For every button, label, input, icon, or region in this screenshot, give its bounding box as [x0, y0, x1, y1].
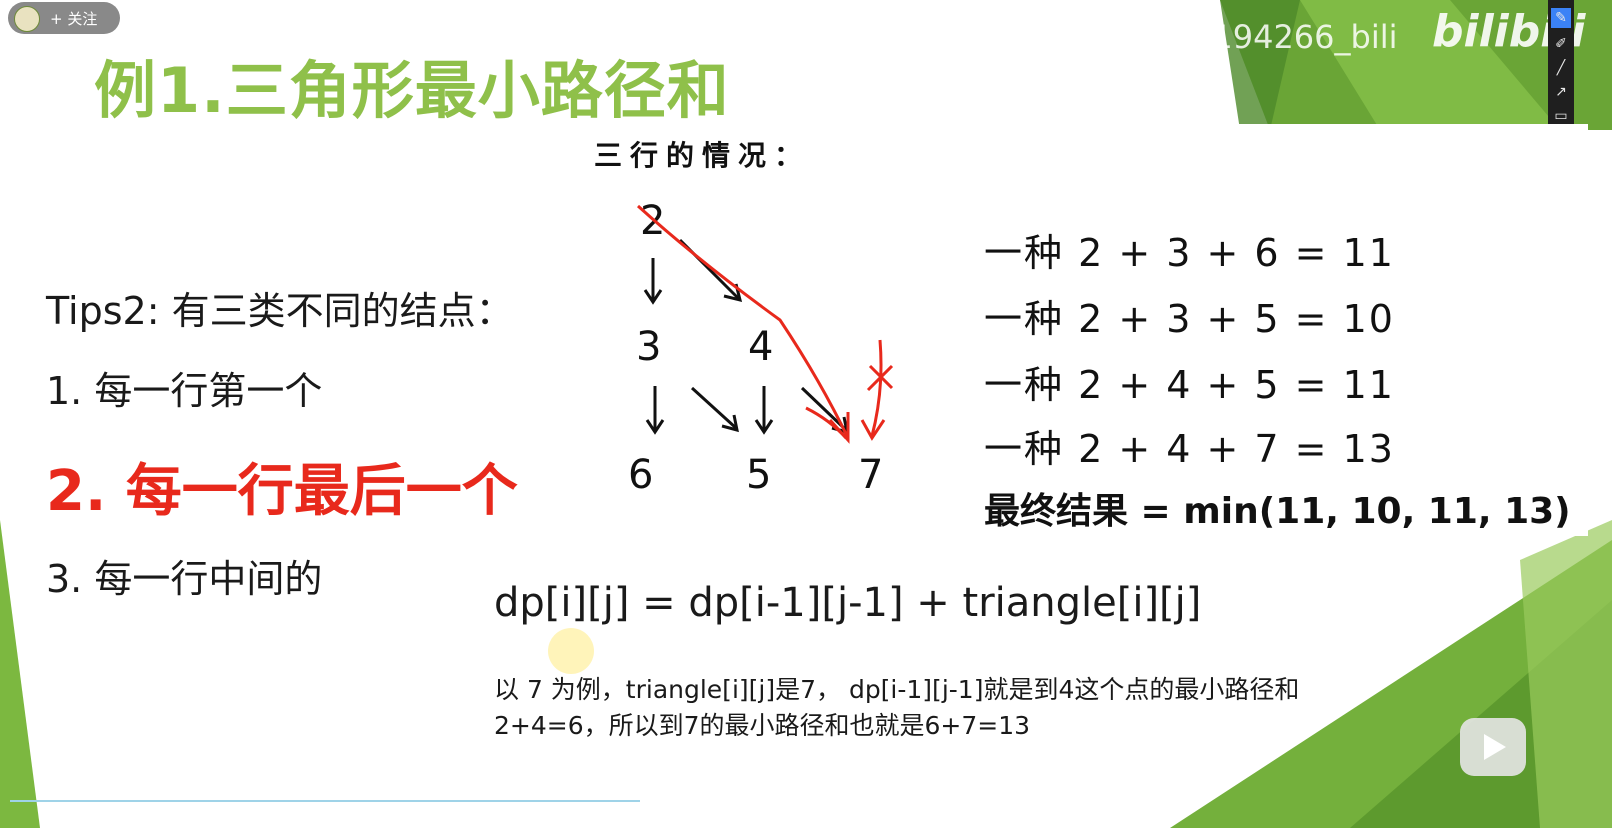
- case-line-3: 一种 2 + 4 + 5 = 11: [984, 363, 1395, 407]
- explanation-line-2: 2+4=6，所以到7的最小路径和也就是6+7=13: [494, 711, 1031, 740]
- case-line-4: 一种 2 + 4 + 7 = 13: [984, 427, 1395, 471]
- dp-formula: dp[i][j] = dp[i-1][j-1] + triangle[i][j]: [494, 580, 1202, 626]
- pencil-cursor-icon: [548, 628, 594, 674]
- case-line-2: 一种 2 + 3 + 5 = 10: [984, 297, 1395, 341]
- tips-heading: Tips2: 有三类不同的结点：: [46, 289, 514, 333]
- final-result: 最终结果 = min(11, 10, 11, 13): [984, 491, 1571, 532]
- tip-item-2-highlighted: 2. 每一行最后一个: [46, 459, 518, 524]
- play-button[interactable]: [1460, 718, 1526, 776]
- tip-item-1: 1. 每一行第一个: [46, 369, 323, 413]
- case-line-1: 一种 2 + 3 + 6 = 11: [984, 231, 1395, 275]
- progress-line: [10, 800, 640, 802]
- tip-item-3: 3. 每一行中间的: [46, 557, 323, 601]
- play-icon: [1484, 734, 1506, 760]
- explanation-line-1: 以 7 为例，triangle[i][j]是7， dp[i-1][j-1]就是到…: [494, 675, 1300, 704]
